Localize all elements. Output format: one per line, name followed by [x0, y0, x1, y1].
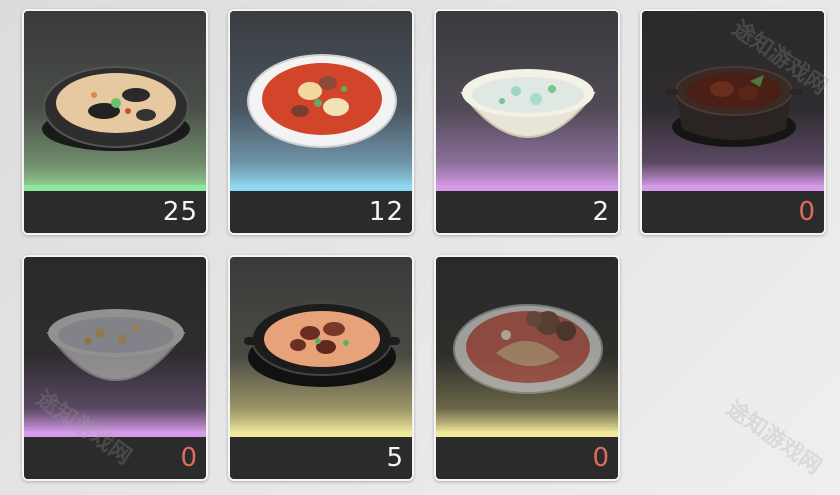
card-footer	[24, 437, 206, 479]
dish-card-3[interactable]: 2	[434, 9, 620, 235]
dish-card-1[interactable]: 25	[22, 9, 208, 235]
tomato-stew-plate-icon	[247, 54, 397, 148]
dish-card-7[interactable]: 0	[434, 255, 620, 481]
dish-count: 25	[162, 197, 198, 227]
dish-count: 0	[592, 443, 610, 473]
food-inventory-grid: 25 12 2 0 0 5 0 途知游戏网 途知游戏网 途知游戏网	[0, 0, 840, 495]
congee-bowl-icon	[459, 69, 597, 138]
dish-count: 0	[180, 443, 198, 473]
braised-meat-pot-icon	[666, 66, 802, 147]
card-footer	[230, 437, 412, 479]
dish-card-6[interactable]: 5	[228, 255, 414, 481]
dish-count: 2	[592, 197, 610, 227]
dish-card-4[interactable]: 0	[640, 9, 826, 235]
card-footer	[642, 191, 824, 233]
mushroom-platter-icon	[453, 304, 603, 394]
mussel-soup-bowl-icon	[42, 66, 190, 151]
beef-curry-skillet-icon	[244, 302, 400, 387]
watermark: 途知游戏网	[721, 396, 826, 480]
dish-count: 12	[368, 197, 404, 227]
card-footer	[436, 191, 618, 233]
dish-count: 0	[798, 197, 816, 227]
sweet-soup-bowl-icon	[46, 309, 186, 381]
dish-count: 5	[386, 443, 404, 473]
dish-card-2[interactable]: 12	[228, 9, 414, 235]
card-footer	[436, 437, 618, 479]
dish-card-5[interactable]: 0	[22, 255, 208, 481]
